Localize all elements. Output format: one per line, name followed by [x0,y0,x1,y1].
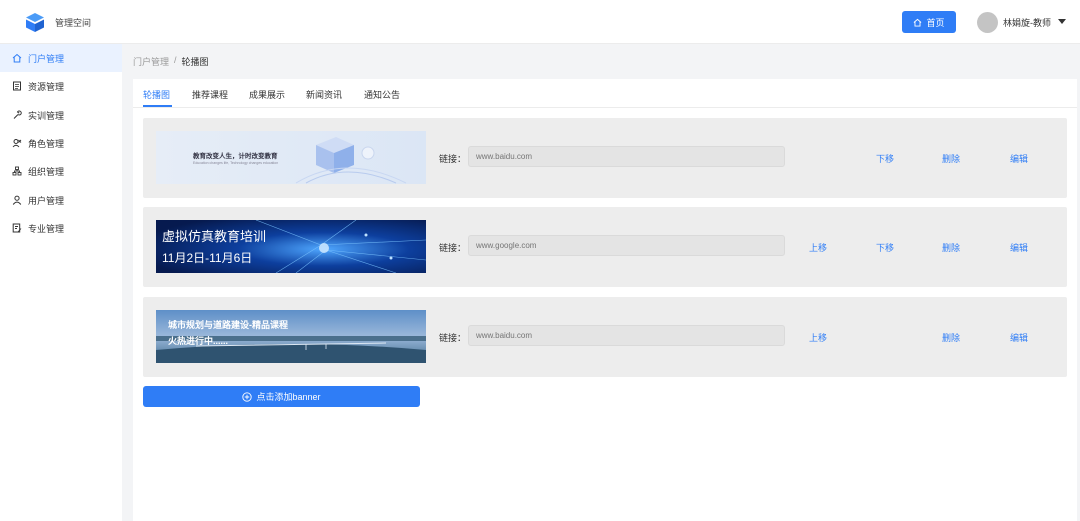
sidebar-item-organization[interactable]: 组织管理 [0,157,122,185]
sidebar-item-label: 资源管理 [28,81,65,92]
banner-row: 教育改变人生，计时改变教育 Education changes life, Te… [143,118,1067,198]
breadcrumb-parent[interactable]: 门户管理 [133,55,169,68]
link-label: 链接： [439,333,467,343]
roles-icon [12,139,22,148]
wrench-icon [13,110,22,119]
edit-button[interactable]: 编辑 [1010,331,1028,344]
banner-row: 城市规划与道路建设-精品课程 火热进行中...... 链接： 上移 删除 编辑 [143,297,1067,377]
breadcrumb: 门户管理 / 轮播图 [133,55,209,68]
add-banner-label: 点击添加banner [256,392,321,402]
sidebar-item-users[interactable]: 用户管理 [0,186,122,214]
link-input[interactable] [468,325,785,346]
sidebar-item-label: 角色管理 [28,138,65,149]
move-up-button[interactable]: 上移 [809,331,827,344]
sidebar-item-portal[interactable]: 门户管理 [0,44,122,72]
move-up-button[interactable]: 上移 [809,241,827,254]
move-down-button[interactable]: 下移 [876,152,894,165]
breadcrumb-current: 轮播图 [181,57,209,67]
sidebar-item-label: 实训管理 [28,110,65,121]
home-icon [12,53,22,63]
banner-image: 城市规划与道路建设-精品课程 火热进行中...... [156,310,426,363]
delete-button[interactable]: 删除 [942,331,960,344]
edit-button[interactable]: 编辑 [1010,152,1028,165]
plus-circle-icon [242,391,253,402]
banner-text-secondary: 11月2日-11月6日 [162,251,253,265]
banner-image: 虚拟仿真教育培训 11月2日-11月6日 [156,220,426,273]
tab-carousel[interactable]: 轮播图 [143,88,170,101]
top-bar: 管理空间 首页 林娟旋-教师 [0,0,1080,44]
banner-text-primary: 教育改变人生，计时改变教育 [193,153,278,160]
breadcrumb-separator: / [174,55,177,65]
chevron-down-icon[interactable] [1058,19,1066,24]
sidebar-item-training[interactable]: 实训管理 [0,101,122,129]
link-label: 链接： [439,154,467,164]
sidebar: 门户管理 资源管理 实训管理 角色管理 组织管理 用户管理 专业管理 [0,44,122,521]
app-title: 管理空间 [55,18,92,28]
banner-text-secondary: Education changes life, Technology chang… [193,161,279,165]
sidebar-item-roles[interactable]: 角色管理 [0,129,122,157]
banner-row: 虚拟仿真教育培训 11月2日-11月6日 链接： 上移 下移 删除 编辑 [143,207,1067,287]
link-label: 链接： [439,243,467,253]
document-icon [13,81,21,91]
edit-doc-icon [12,223,22,233]
link-input[interactable] [468,235,785,256]
org-chart-icon [12,166,22,176]
sidebar-item-label: 组织管理 [28,166,65,177]
tab-achievements[interactable]: 成果展示 [249,88,285,101]
tab-notices[interactable]: 通知公告 [364,88,400,101]
tab-bar: 轮播图 推荐课程 成果展示 新闻资讯 通知公告 [133,79,1077,108]
home-icon [914,18,922,27]
tab-news[interactable]: 新闻资讯 [306,88,342,101]
main-content: 轮播图 推荐课程 成果展示 新闻资讯 通知公告 教育改变人生，计时改变教育 Ed… [133,79,1077,521]
link-input[interactable] [468,146,785,167]
user-name[interactable]: 林娟旋-教师 [1003,16,1051,29]
move-down-button[interactable]: 下移 [876,241,894,254]
sidebar-item-majors[interactable]: 专业管理 [0,214,122,242]
banner-image: 教育改变人生，计时改变教育 Education changes life, Te… [156,131,426,184]
banner-text-secondary: 火热进行中...... [168,336,229,346]
banner-text-primary: 城市规划与道路建设-精品课程 [168,320,288,330]
add-banner-button[interactable]: 点击添加banner [143,386,420,407]
delete-button[interactable]: 删除 [942,241,960,254]
home-button-label: 首页 [926,17,945,28]
logo-icon [26,13,44,32]
banner-text-primary: 虚拟仿真教育培训 [162,229,267,244]
avatar[interactable] [977,12,998,33]
delete-button[interactable]: 删除 [942,152,960,165]
sidebar-item-label: 门户管理 [28,53,65,64]
edit-button[interactable]: 编辑 [1010,241,1028,254]
sidebar-item-label: 专业管理 [28,223,65,234]
tab-active-indicator [143,105,172,107]
sidebar-item-label: 用户管理 [28,195,65,206]
home-button[interactable]: 首页 [902,11,956,33]
sidebar-item-resources[interactable]: 资源管理 [0,72,122,100]
tab-recommended-courses[interactable]: 推荐课程 [192,88,228,101]
user-icon [12,195,22,205]
